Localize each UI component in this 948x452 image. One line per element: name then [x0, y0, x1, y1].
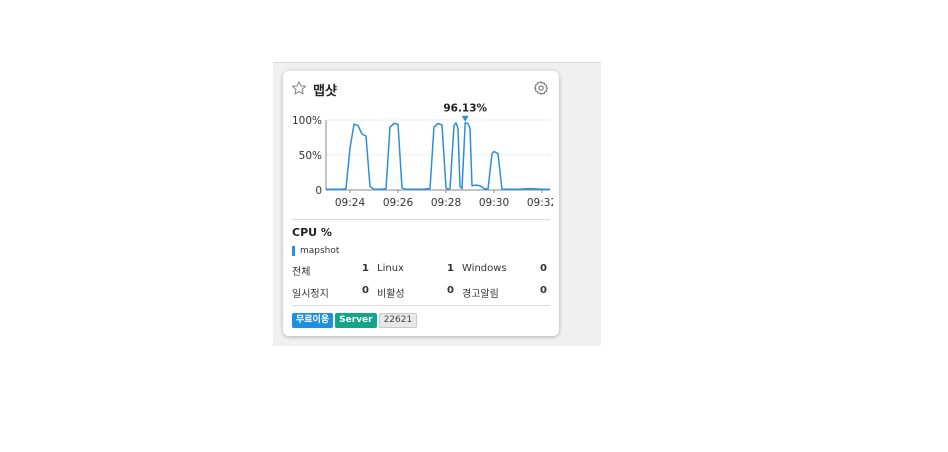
legend-label: mapshot [300, 246, 340, 256]
stat-paused-value: 0 [362, 285, 369, 296]
stats-row: 전체 1 Linux 1 Windows 0 [292, 263, 550, 285]
x-tick-label: 09:26 [383, 197, 414, 209]
stat-inactive-value: 0 [447, 285, 454, 296]
stat-windows-value: 0 [540, 263, 547, 274]
stat-windows-label: Windows [462, 263, 507, 274]
settings-gear-icon[interactable] [533, 80, 549, 96]
x-tick-label: 09:30 [479, 197, 509, 209]
tag-list: 무료이용 Server 22621 [292, 313, 418, 328]
y-tick-label: 100% [292, 115, 322, 127]
divider [292, 219, 550, 220]
x-tick-label: 09:32 [527, 197, 557, 209]
stat-total-label: 전체 [292, 267, 311, 278]
build-badge: 22621 [378, 313, 418, 328]
stat-alert-label: 경고알림 [462, 289, 499, 300]
stat-paused-label: 일시정지 [292, 289, 329, 300]
legend-item: mapshot [292, 246, 339, 256]
server-card[interactable]: 맵샷 100% 50% 0 09:24 09:26 09:28 09:30 09:32 96… [283, 71, 559, 336]
favorite-star-icon[interactable] [291, 80, 307, 96]
stat-total-value: 1 [362, 263, 369, 274]
x-tick-label: 09:28 [431, 197, 461, 209]
legend-swatch [292, 246, 295, 256]
y-tick-label: 0 [315, 185, 322, 197]
series-line-mapshot [326, 122, 550, 191]
metric-label: CPU % [292, 226, 332, 239]
stat-linux-label: Linux [377, 263, 404, 274]
stat-alert-value: 0 [540, 285, 547, 296]
divider [292, 305, 550, 306]
plan-badge[interactable]: 무료이용 [292, 313, 334, 328]
cpu-chart: 100% 50% 0 09:24 09:26 09:28 09:30 09:32 96.13… [292, 103, 557, 209]
y-tick-label: 50% [299, 150, 322, 162]
server-type-badge[interactable]: Server [335, 313, 377, 328]
x-tick-label: 09:24 [335, 197, 366, 209]
stat-inactive-label: 비활성 [377, 289, 405, 300]
peak-value-label: 96.13% [443, 103, 487, 115]
stats-row: 일시정지 0 비활성 0 경고알림 0 [292, 285, 550, 307]
stats-grid: 전체 1 Linux 1 Windows 0 일시정지 0 비활성 0 경고알림… [292, 263, 550, 307]
stat-linux-value: 1 [447, 263, 454, 274]
peak-marker-icon [461, 115, 469, 122]
